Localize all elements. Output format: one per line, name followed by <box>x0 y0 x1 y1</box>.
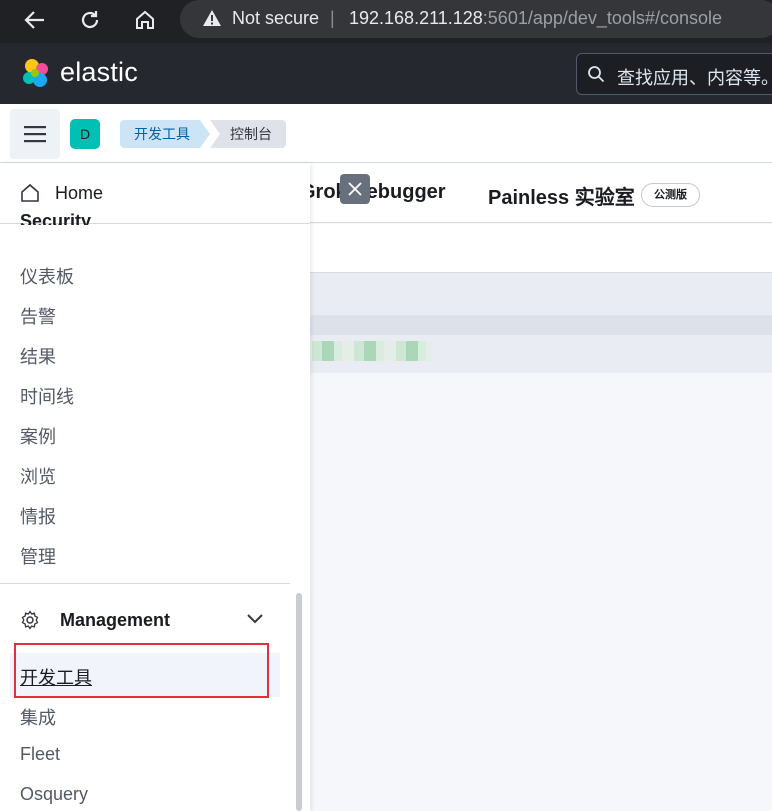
chevron-down-icon[interactable] <box>246 613 264 625</box>
nav-item-timelines[interactable]: 时间线 <box>20 383 74 409</box>
close-icon <box>348 182 362 196</box>
reload-icon <box>81 11 99 29</box>
nav-item-dev-tools[interactable]: 开发工具 <box>10 653 280 697</box>
arrow-left-icon <box>24 11 44 29</box>
nav-group-management-label: Management <box>60 610 171 630</box>
nav-item-findings[interactable]: 结果 <box>20 343 56 369</box>
search-placeholder: 查找应用、内容等。 <box>617 68 772 88</box>
gear-icon <box>21 610 39 630</box>
hamburger-icon <box>24 126 46 143</box>
nav-item-home-label: Home <box>55 183 104 203</box>
nav-group-management[interactable]: Management <box>0 603 290 639</box>
tab-grok-debugger[interactable]: Grok Debugger <box>300 181 446 204</box>
security-status-label[interactable]: Not secure <box>232 8 319 29</box>
home-button[interactable] <box>128 5 162 35</box>
search-icon <box>588 66 605 83</box>
address-bar[interactable]: Not secure | 192.168.211.128:5601/app/de… <box>180 0 772 38</box>
address-separator: | <box>330 8 335 28</box>
security-heading[interactable]: Security <box>20 211 91 225</box>
breadcrumb-dev-tools[interactable]: 开发工具 <box>120 120 210 148</box>
close-nav-button[interactable] <box>340 174 370 204</box>
app-header: elastic 查找应用、内容等。 <box>0 43 772 104</box>
nav-item-fleet[interactable]: Fleet <box>20 744 60 765</box>
beta-badge: 公测版 <box>641 183 700 207</box>
global-search-input[interactable]: 查找应用、内容等。 <box>576 53 772 95</box>
nav-item-dashboard[interactable]: 仪表板 <box>20 263 74 289</box>
nav-item-alerts[interactable]: 告警 <box>20 303 56 329</box>
breadcrumb-bar: D 开发工具 控制台 <box>0 104 772 163</box>
nav-item-manage[interactable]: 管理 <box>20 543 56 569</box>
brand-name[interactable]: elastic <box>60 57 138 88</box>
browser-toolbar: Not secure | 192.168.211.128:5601/app/de… <box>0 0 772 43</box>
nav-item-dev-tools-label: 开发工具 <box>20 668 92 688</box>
nav-item-integrations[interactable]: 集成 <box>20 704 56 730</box>
url-host: 192.168.211.128 <box>349 8 483 28</box>
back-button[interactable] <box>18 5 52 35</box>
space-avatar[interactable]: D <box>70 119 100 149</box>
menu-toggle-button[interactable] <box>10 109 60 159</box>
home-icon <box>21 183 39 202</box>
nav-divider <box>0 583 290 584</box>
nav-item-explore[interactable]: 浏览 <box>20 463 56 489</box>
nav-item-cases[interactable]: 案例 <box>20 423 56 449</box>
nav-item-osquery[interactable]: Osquery <box>20 784 88 805</box>
elastic-logo-icon[interactable] <box>20 57 52 89</box>
url-path: :5601/app/dev_tools#/console <box>482 8 722 28</box>
reload-button[interactable] <box>73 5 107 35</box>
side-nav-flyout: Home Security 仪表板 告警 结果 时间线 案例 浏览 情报 管理 … <box>0 163 310 811</box>
nav-scrollbar[interactable] <box>296 593 302 811</box>
redacted-text <box>312 341 432 361</box>
tab-painless-lab[interactable]: Painless 实验室 <box>488 181 635 210</box>
breadcrumb-console: 控制台 <box>210 120 286 148</box>
url-text[interactable]: 192.168.211.128:5601/app/dev_tools#/cons… <box>349 8 722 29</box>
warning-icon <box>203 10 221 26</box>
home-icon <box>136 10 154 29</box>
nav-item-intelligence[interactable]: 情报 <box>20 503 56 529</box>
